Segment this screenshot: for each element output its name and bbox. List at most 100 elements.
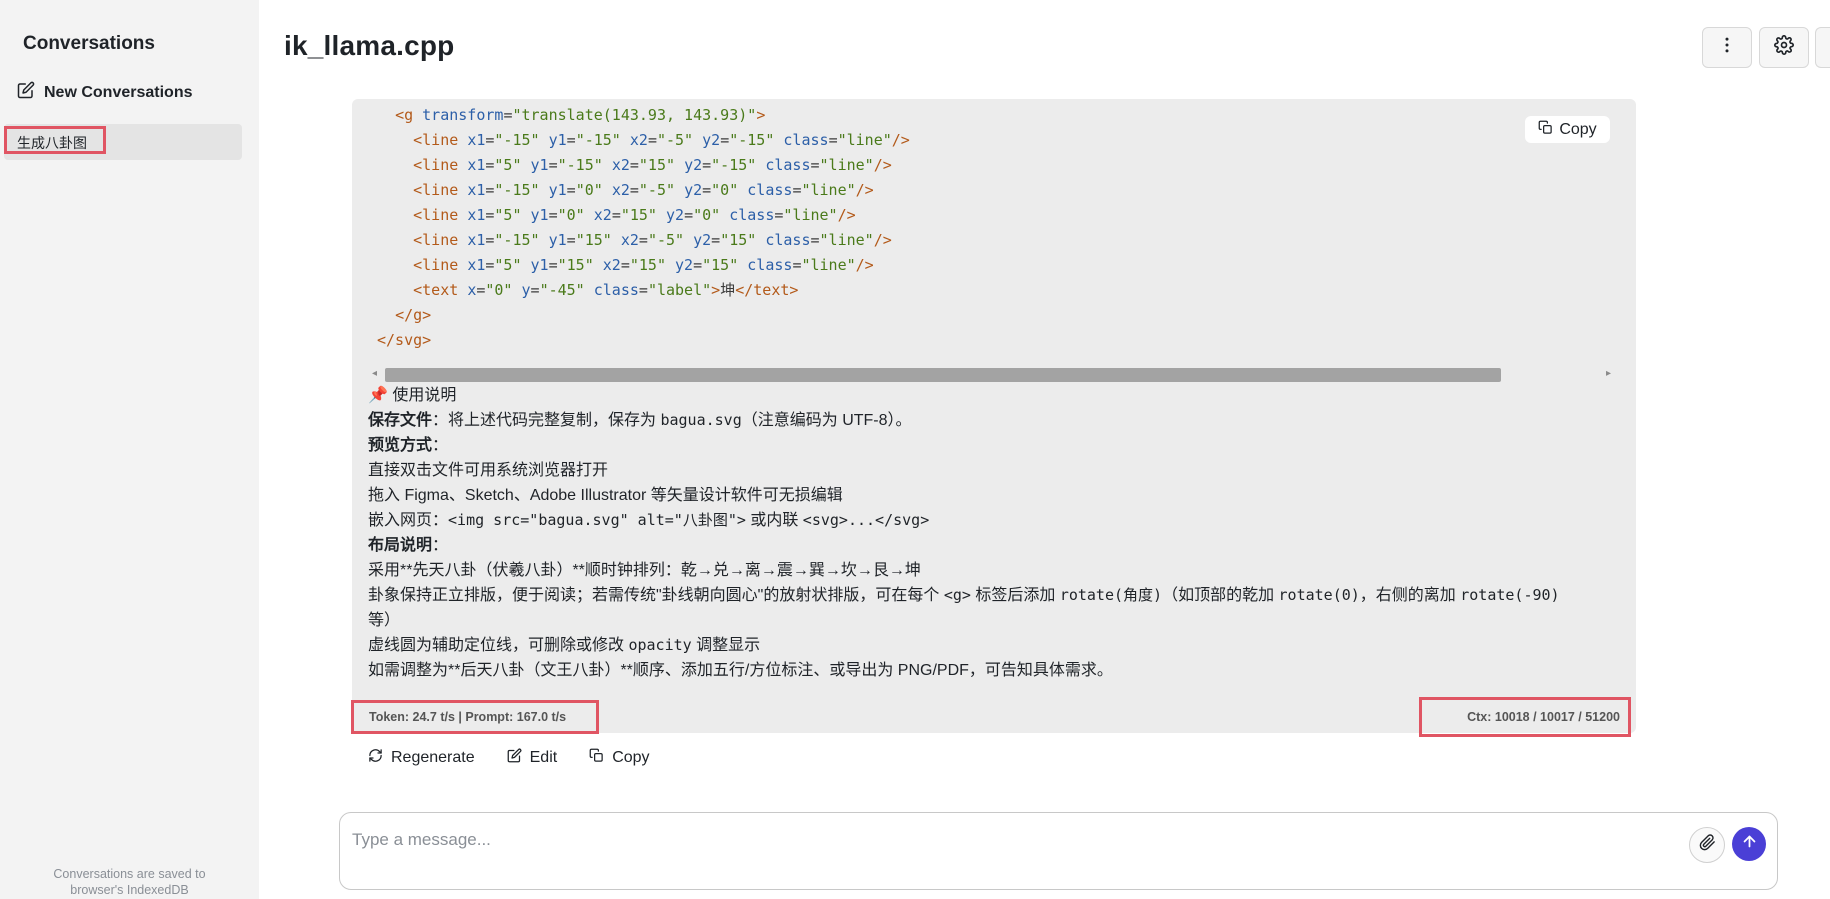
code-line: <g transform="translate(143.93, 143.93)"… [377,103,910,128]
message-input[interactable] [339,812,1778,890]
code-token: "5" [494,206,522,224]
code-token: "5" [494,156,522,174]
sidebar-footer: Conversations are saved to browser's Ind… [0,866,259,898]
header-edge-button[interactable] [1815,27,1830,68]
layout-line-3-code: opacity [628,636,692,654]
embed-pre: 嵌入网页： [368,512,449,529]
code-token: "-15" [557,156,603,174]
code-token: "line" [783,206,838,224]
code-line: <line x1="-15" y1="15" x2="-5" y2="15" c… [377,228,910,253]
code-token: "-15" [494,181,540,199]
code-token: = [693,256,703,274]
save-row: 保存文件：将上述代码完整复制，保存为 bagua.svg（注意编码为 UTF-8… [368,408,1628,433]
gear-icon [1774,35,1794,60]
code-line: <line x1="5" y1="-15" x2="15" y2="-15" c… [377,153,910,178]
sidebar-title: Conversations [23,33,155,54]
sidebar: Conversations New Conversations 生成八卦图 Co… [0,0,259,899]
code-line: <line x1="-15" y1="-15" x2="-5" y2="-15"… [377,128,910,153]
footer-line-2: browser's IndexedDB [70,883,189,897]
scroll-left-icon[interactable]: ◂ [372,368,377,379]
layout-line-2: 卦象保持正立排版，便于阅读；若需传统"卦线朝向圆心"的放射状排版，可在每个 <g… [368,583,1628,633]
sidebar-item-conversation[interactable]: 生成八卦图 [4,124,242,160]
code-token: y2 [684,156,703,174]
code-token: "15" [702,256,739,274]
layout-line-2-code-1: <g> [943,586,971,604]
code-token: y [521,281,531,299]
preview-line-1: 直接双击文件可用系统浏览器打开 [368,462,609,479]
code-token: = [702,156,712,174]
code-token: = [620,256,630,274]
code-token: x2 [611,156,630,174]
save-filename: bagua.svg [660,411,742,429]
code-line: </svg> [377,328,910,353]
code-token: > [756,106,766,124]
code-token: = [810,231,820,249]
code-token: "5" [494,256,522,274]
explanation-heading: 使用说明 [392,387,457,404]
new-conversation-button[interactable]: New Conversations [17,81,192,104]
code-token: = [566,181,576,199]
edit-icon [507,748,522,768]
layout-line-2-code-2: rotate(角度) [1059,586,1163,604]
code-token: = [711,231,721,249]
layout-label: 布局说明 [368,537,433,554]
code-token: x1 [467,256,486,274]
copy-message-button[interactable]: Copy [589,748,650,768]
scroll-right-icon[interactable]: ▸ [1606,368,1611,379]
edit-button[interactable]: Edit [507,748,557,768]
code-token: class [729,206,775,224]
code-token: = [684,206,694,224]
sidebar-item-label: 生成八卦图 [4,126,106,154]
layout-line-2-a: 卦象保持正立排版，便于阅读；若需传统"卦线朝向圆心"的放射状排版，可在每个 [368,587,944,604]
code-token: = [720,131,730,149]
code-token: y1 [548,231,567,249]
code-token: = [566,131,576,149]
code-token: <line [413,206,468,224]
code-token: "-15" [729,131,775,149]
settings-button[interactable] [1759,27,1809,68]
layout-line-2-c: （如顶部的乾加 [1162,587,1279,604]
preview-colon: ： [432,437,449,454]
code-token: x2 [629,131,648,149]
code-token: "-15" [575,131,621,149]
code-token: x1 [467,231,486,249]
code-token: "-5" [647,231,685,249]
code-token: x2 [620,231,639,249]
regenerate-button[interactable]: Regenerate [368,748,475,768]
code-token: "line" [819,156,874,174]
explanation-heading-row: 📌 使用说明 [368,383,1628,408]
regenerate-label: Regenerate [391,749,475,766]
attach-button[interactable] [1689,827,1725,863]
code-token: "15" [638,156,676,174]
code-token: x1 [467,156,486,174]
code-token: </svg> [377,331,432,349]
code-token: y2 [693,231,712,249]
code-line: <text x="0" y="-45" class="label">坤</tex… [377,278,910,303]
layout-line-3: 虚线圆为辅助定位线，可删除或修改 opacity 调整显示 [368,633,1628,658]
code-token: y1 [548,131,567,149]
more-options-button[interactable] [1702,27,1752,68]
send-button[interactable] [1732,827,1766,861]
code-token: x2 [602,256,621,274]
layout-line-3-a: 虚线圆为辅助定位线，可删除或修改 [368,637,629,654]
code-token: "line" [801,181,856,199]
copy-icon [589,748,604,768]
page-title: ik_llama.cpp [284,30,455,61]
code-token: "0" [575,181,603,199]
code-token: "15" [557,256,594,274]
copy-code-button[interactable]: Copy [1525,116,1610,143]
scrollbar-thumb[interactable] [385,368,1501,382]
code-token: class [765,156,811,174]
layout-line-2-d: ，右侧的离加 [1359,587,1461,604]
